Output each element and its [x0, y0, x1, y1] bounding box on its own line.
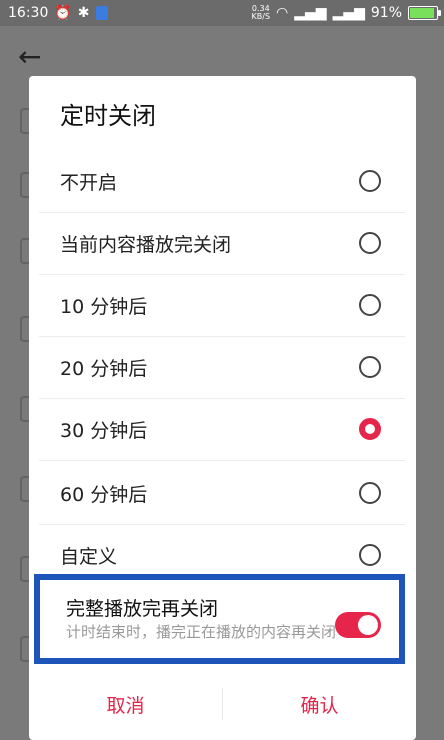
- wifi-icon: ◠: [276, 5, 289, 21]
- option-60min[interactable]: 60 分钟后: [39, 462, 405, 525]
- status-bar: 16:30 ⏰ ✱ 0.34 KB/S ◠ ▂▄▆ ▂▄▆ 91%: [0, 0, 444, 26]
- option-label: 60 分钟后: [60, 483, 148, 506]
- status-time: 16:30: [8, 5, 49, 21]
- signal-3g-icon: ▂▄▆: [332, 5, 365, 21]
- complete-close-description: 计时结束时，播完正在播放的内容再关闭: [66, 623, 337, 641]
- radio-button-selected[interactable]: [359, 418, 381, 440]
- radio-button[interactable]: [359, 232, 381, 254]
- radio-button[interactable]: [359, 356, 381, 378]
- radio-button[interactable]: [359, 294, 381, 316]
- option-label: 当前内容播放完关闭: [60, 233, 232, 256]
- complete-close-title: 完整播放完再关闭: [66, 598, 219, 620]
- dialog-title: 定时关闭: [60, 102, 156, 130]
- complete-close-toggle[interactable]: [335, 612, 381, 638]
- option-label: 自定义: [60, 545, 118, 568]
- battery-percent: 91%: [370, 5, 402, 21]
- bluetooth-icon: ✱: [77, 5, 90, 21]
- alarm-icon: ⏰: [54, 5, 72, 21]
- option-label: 30 分钟后: [60, 419, 148, 442]
- option-label: 20 分钟后: [60, 357, 148, 380]
- toggle-knob: [358, 615, 378, 635]
- network-speed: 0.34 KB/S: [251, 4, 271, 21]
- option-30min[interactable]: 30 分钟后: [39, 398, 405, 461]
- confirm-button[interactable]: 确认: [223, 674, 416, 734]
- timer-dialog: 定时关闭 不开启 当前内容播放完关闭 10 分钟后 20 分钟后 30 分钟后 …: [29, 76, 416, 740]
- radio-button[interactable]: [359, 544, 381, 566]
- option-label: 不开启: [60, 171, 118, 194]
- option-after-current[interactable]: 当前内容播放完关闭: [39, 212, 405, 275]
- back-arrow-icon[interactable]: ←: [18, 40, 41, 73]
- battery-icon: [408, 6, 441, 20]
- option-label: 10 分钟后: [60, 295, 148, 318]
- option-off[interactable]: 不开启: [39, 150, 405, 213]
- signal-4g-icon: ▂▄▆: [294, 5, 327, 21]
- dialog-actions: 取消 确认: [29, 674, 416, 734]
- option-20min[interactable]: 20 分钟后: [39, 336, 405, 399]
- radio-button[interactable]: [359, 170, 381, 192]
- cancel-button[interactable]: 取消: [29, 674, 222, 734]
- option-10min[interactable]: 10 分钟后: [39, 274, 405, 337]
- shield-icon: [95, 6, 108, 20]
- complete-close-section: 完整播放完再关闭 计时结束时，播完正在播放的内容再关闭: [34, 574, 405, 664]
- radio-button[interactable]: [359, 482, 381, 504]
